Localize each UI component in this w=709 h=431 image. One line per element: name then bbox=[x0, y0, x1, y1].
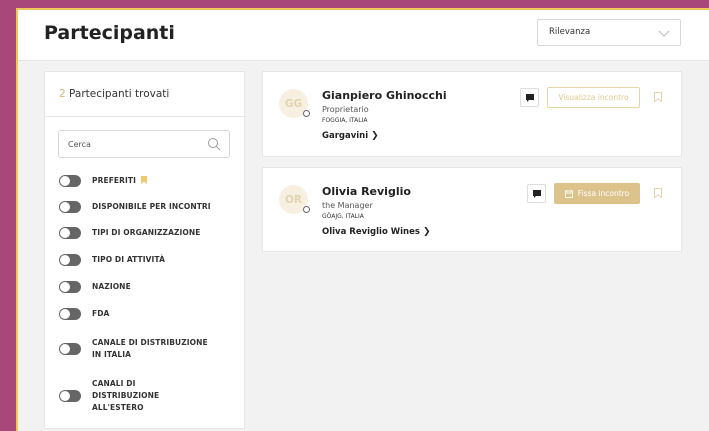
view-meeting-button[interactable]: Visualizza incontro bbox=[547, 87, 640, 108]
participant-company[interactable]: Gargavini ❯ bbox=[322, 131, 379, 141]
results-count-number: 2 bbox=[59, 88, 66, 100]
filters-panel: 2 Partecipanti trovati Cerca PREFERITI D… bbox=[44, 71, 245, 429]
chevron-down-icon bbox=[658, 30, 670, 37]
participant-role: the Manager bbox=[322, 201, 373, 210]
toggle-label: NAZIONE bbox=[92, 282, 131, 291]
chevron-right-icon: ❯ bbox=[371, 131, 379, 141]
participant-location: FOGGIA, ITALIA bbox=[322, 117, 368, 124]
toggle-switch[interactable] bbox=[59, 201, 81, 213]
divider bbox=[45, 116, 244, 117]
bookmark-icon bbox=[141, 176, 148, 184]
sort-select-value: Rilevanza bbox=[549, 27, 591, 37]
search-placeholder: Cerca bbox=[68, 140, 91, 149]
page-title: Partecipanti bbox=[44, 22, 175, 44]
participant-card[interactable]: GG Gianpiero Ghinocchi Proprietario FOGG… bbox=[262, 71, 682, 157]
page-header: Partecipanti Rilevanza bbox=[18, 10, 709, 61]
filter-toggle-disponibile[interactable]: DISPONIBILE PER INCONTRI bbox=[59, 201, 217, 213]
bookmark-icon[interactable] bbox=[654, 188, 662, 198]
toggle-label: DISPONIBILE PER INCONTRI bbox=[92, 202, 211, 211]
filter-toggle-tipi-organizzazione[interactable]: TIPI DI ORGANIZZAZIONE bbox=[59, 227, 217, 239]
chat-icon bbox=[526, 94, 534, 102]
toggle-switch[interactable] bbox=[59, 343, 81, 355]
filter-toggle-fda[interactable]: FDA bbox=[59, 308, 217, 320]
toggle-label: TIPO DI ATTIVITÀ bbox=[92, 255, 165, 264]
company-name: Gargavini bbox=[322, 131, 369, 141]
participant-name[interactable]: Gianpiero Ghinocchi bbox=[322, 89, 447, 102]
toggle-label: PREFERITI bbox=[92, 176, 137, 185]
participant-card[interactable]: OR Olivia Reviglio the Manager GÖAJG, IT… bbox=[262, 167, 682, 252]
chat-button[interactable] bbox=[520, 88, 539, 107]
chat-icon bbox=[533, 190, 541, 198]
search-input[interactable]: Cerca bbox=[58, 130, 230, 158]
search-icon bbox=[208, 138, 221, 151]
filter-toggle-canali-estero[interactable]: CANALI DI DISTRIBUZIONE ALL'ESTERO bbox=[59, 378, 197, 414]
filter-toggle-nazione[interactable]: NAZIONE bbox=[59, 281, 217, 293]
schedule-meeting-button[interactable]: Fissa incontro bbox=[554, 183, 640, 204]
toggle-switch[interactable] bbox=[59, 390, 81, 402]
participant-company[interactable]: Oliva Reviglio Wines ❯ bbox=[322, 227, 430, 237]
results-count: 2 Partecipanti trovati bbox=[59, 88, 169, 100]
toggle-label: FDA bbox=[92, 309, 110, 318]
toggle-label: TIPI DI ORGANIZZAZIONE bbox=[92, 228, 201, 237]
app-window: Partecipanti Rilevanza 2 Partecipanti tr… bbox=[16, 8, 709, 431]
schedule-meeting-label: Fissa incontro bbox=[577, 189, 630, 198]
participant-name[interactable]: Olivia Reviglio bbox=[322, 185, 411, 198]
filter-toggle-preferiti[interactable]: PREFERITI bbox=[59, 175, 217, 187]
status-dot bbox=[303, 110, 310, 117]
toggle-label: CANALI DI DISTRIBUZIONE ALL'ESTERO bbox=[92, 379, 160, 412]
participant-role: Proprietario bbox=[322, 105, 369, 114]
bookmark-icon[interactable] bbox=[654, 92, 662, 102]
toggle-switch[interactable] bbox=[59, 175, 81, 187]
chat-button[interactable] bbox=[527, 184, 546, 203]
filter-toggle-tipo-attivita[interactable]: TIPO DI ATTIVITÀ bbox=[59, 254, 217, 266]
calendar-icon bbox=[564, 189, 573, 198]
sort-select[interactable]: Rilevanza bbox=[537, 19, 681, 46]
results-count-label: Partecipanti trovati bbox=[69, 88, 170, 100]
toggle-label: CANALE DI DISTRIBUZIONE IN ITALIA bbox=[92, 338, 208, 359]
toggle-switch[interactable] bbox=[59, 227, 81, 239]
toggle-switch[interactable] bbox=[59, 254, 81, 266]
chevron-right-icon: ❯ bbox=[422, 227, 431, 237]
company-name: Oliva Reviglio Wines bbox=[322, 227, 420, 237]
toggle-switch[interactable] bbox=[59, 281, 81, 293]
participant-location: GÖAJG, ITALIA bbox=[322, 213, 364, 220]
status-dot bbox=[303, 206, 310, 213]
toggle-switch[interactable] bbox=[59, 308, 81, 320]
filter-toggle-canale-italia[interactable]: CANALE DI DISTRIBUZIONE IN ITALIA bbox=[59, 337, 212, 361]
